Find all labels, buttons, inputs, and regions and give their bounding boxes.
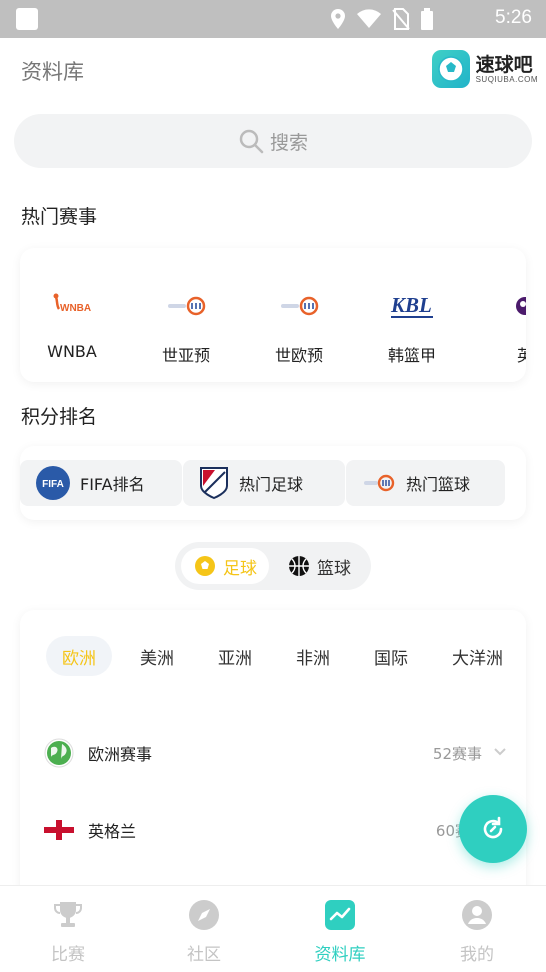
hot-event-label: 英: [516, 346, 526, 365]
nav-label: 我的: [460, 945, 494, 965]
status-bar: 5:26: [0, 0, 546, 38]
search-icon: [239, 129, 264, 154]
chevron-down-icon: [494, 748, 506, 756]
nav-item-community[interactable]: 社区: [164, 898, 244, 965]
region-tab-europe[interactable]: 欧洲: [46, 636, 112, 676]
status-icons: [330, 8, 434, 30]
hot-event-kbl[interactable]: KBL 韩篮甲: [367, 288, 457, 366]
brand: 速球吧 SUQIUBA.COM: [431, 50, 538, 88]
nav-label: 比赛: [51, 945, 85, 965]
trophy-icon: [28, 898, 108, 932]
football-icon: [195, 556, 215, 576]
fiba-europe-logo-icon: [254, 288, 344, 324]
sport-option-football[interactable]: 足球: [181, 548, 269, 584]
search-placeholder: 搜索: [269, 131, 308, 154]
fifa-logo-icon: FIFA: [36, 466, 70, 500]
hot-event-label: 韩篮甲: [387, 346, 436, 365]
no-sim-icon: [392, 8, 410, 30]
sport-option-label: 篮球: [317, 558, 351, 579]
nav-item-matches[interactable]: 比赛: [28, 898, 108, 965]
league-name: 欧洲赛事: [88, 745, 153, 764]
rankings-card: FIFA FIFA排名 热门足球 热门篮球: [20, 446, 526, 520]
region-tab-africa[interactable]: 非洲: [280, 636, 346, 676]
globe-icon: [44, 738, 74, 768]
ranking-label: 热门篮球: [406, 475, 471, 494]
nav-label: 社区: [187, 945, 221, 965]
ranking-hot-football[interactable]: 热门足球: [183, 460, 345, 506]
svg-text:WNBA: WNBA: [60, 303, 91, 314]
page-title: 资料库: [21, 60, 84, 84]
nav-label: 资料库: [314, 945, 366, 965]
sport-option-label: 足球: [223, 558, 257, 579]
refresh-icon: [483, 816, 503, 839]
sport-toggle: 足球 篮球: [175, 542, 371, 590]
compass-icon: [164, 898, 244, 932]
svg-text:FIFA: FIFA: [42, 479, 64, 490]
league-count: 52赛事: [432, 744, 482, 763]
hot-event-label: 世欧预: [274, 346, 323, 365]
league-name: 英格兰: [88, 822, 137, 841]
brand-logo-icon: [431, 50, 470, 88]
basketball-icon: [289, 556, 309, 576]
battery-icon: [421, 8, 433, 30]
hot-event-label: 世亚预: [161, 346, 210, 365]
kbl-logo-icon: KBL: [367, 288, 457, 324]
search-bar[interactable]: 搜索: [14, 114, 532, 168]
refresh-fab[interactable]: [459, 795, 527, 863]
clock: 5:26: [495, 7, 532, 28]
brand-name: 速球吧: [475, 53, 533, 76]
region-tab-international[interactable]: 国际: [358, 636, 424, 676]
location-icon: [331, 9, 345, 29]
hot-event-premier-league[interactable]: 英: [480, 288, 526, 366]
nav-item-profile[interactable]: 我的: [437, 898, 517, 965]
nav-item-database[interactable]: 资料库: [300, 898, 380, 965]
ranking-label: 热门足球: [239, 475, 304, 494]
header: 资料库 速球吧 SUQIUBA.COM: [0, 38, 546, 100]
fiba-logo-icon: [364, 474, 395, 492]
brand-text: 速球吧 SUQIUBA.COM: [476, 55, 538, 84]
fiba-asia-logo-icon: [141, 288, 231, 324]
region-tab-oceania[interactable]: 大洋洲: [436, 636, 519, 676]
chart-icon: [300, 898, 380, 932]
sport-option-basketball[interactable]: 篮球: [275, 548, 363, 584]
region-tab-americas[interactable]: 美洲: [124, 636, 190, 676]
league-row-england[interactable]: 英格兰 60赛: [44, 810, 514, 850]
hot-event-fiba-asia[interactable]: 世亚预: [141, 288, 231, 366]
england-flag-icon: [44, 820, 74, 840]
ranking-label: FIFA排名: [80, 475, 145, 494]
bottom-nav: 比赛 社区 资料库 我的: [0, 885, 546, 972]
ranking-fifa[interactable]: FIFA FIFA排名: [20, 460, 182, 506]
hot-events-card: WNBA WNBA 世亚预 世欧预 KBL 韩篮甲 英: [20, 248, 526, 382]
ranking-hot-basketball[interactable]: 热门篮球: [346, 460, 505, 506]
mls-logo-icon: [200, 467, 228, 500]
user-icon: [437, 898, 517, 932]
wnba-logo-icon: WNBA: [27, 288, 117, 324]
hot-event-label: WNBA: [47, 342, 97, 361]
brand-sub: SUQIUBA.COM: [475, 74, 538, 84]
league-row-europe[interactable]: 欧洲赛事 52赛事: [44, 733, 514, 773]
wifi-icon: [357, 9, 381, 28]
region-tab-asia[interactable]: 亚洲: [202, 636, 268, 676]
premier-league-logo-icon: [480, 288, 526, 324]
region-tabs: 欧洲 美洲 亚洲 非洲 国际 大洋洲: [46, 636, 519, 676]
hot-events-title: 热门赛事: [21, 206, 98, 228]
rankings-title: 积分排名: [21, 406, 98, 428]
svg-text:KBL: KBL: [390, 293, 432, 317]
hot-event-wnba[interactable]: WNBA WNBA: [27, 288, 117, 361]
hot-event-fiba-europe[interactable]: 世欧预: [254, 288, 344, 366]
app-notification-icon: [16, 8, 38, 30]
region-card: 欧洲 美洲 亚洲 非洲 国际 大洋洲 欧洲赛事 52赛事 英格兰 60赛: [20, 610, 526, 900]
